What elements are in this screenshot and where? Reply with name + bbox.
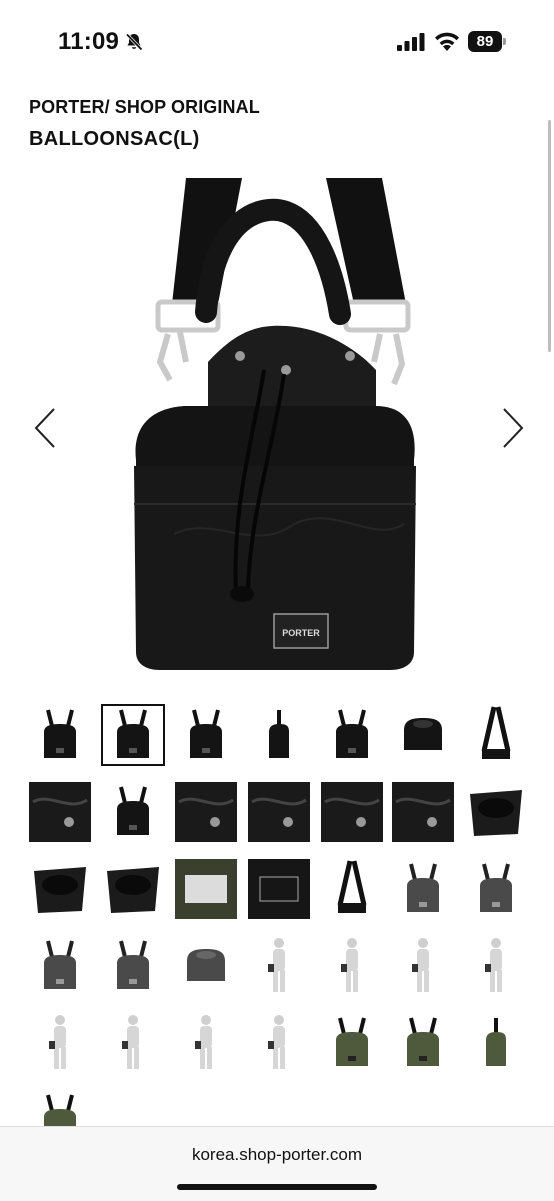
thumbnail-detail[interactable] [391,781,455,843]
thumbnail-bag-gray[interactable] [391,858,455,920]
thumbnail-strap[interactable] [320,858,384,920]
home-indicator [177,1184,377,1190]
browser-address-bar[interactable]: korea.shop-porter.com [0,1126,554,1201]
thumbnail-bag-olive[interactable] [320,1012,384,1074]
chevron-left-icon[interactable] [30,405,60,451]
thumbnail-bag-black[interactable] [101,704,165,766]
thumbnail-bag-black[interactable] [174,704,238,766]
thumbnail-interior[interactable] [464,781,528,843]
thumbnail-bag-gray[interactable] [101,935,165,997]
scrollbar[interactable] [548,120,551,352]
thumbnail-detail[interactable] [320,781,384,843]
thumbnail-detail[interactable] [174,781,238,843]
thumbnail-model[interactable] [391,935,455,997]
thumbnail-model[interactable] [247,935,311,997]
status-bar: 11:09 89 [0,0,554,82]
thumbnail-model[interactable] [247,1012,311,1074]
thumbnail-model[interactable] [101,1012,165,1074]
battery-icon: 89 [468,31,508,52]
thumbnail-bag-black[interactable] [101,781,165,843]
thumbnail-bag-olive-side[interactable] [464,1012,528,1074]
url-text[interactable]: korea.shop-porter.com [0,1145,554,1165]
product-hero-image: PORTER [134,178,416,670]
thumbnail-bag-olive[interactable] [391,1012,455,1074]
thumbnail-label-olive[interactable] [174,858,238,920]
product-name: BALLOONSAC(L) [29,128,200,150]
product-brand: PORTER/ SHOP ORIGINAL [29,97,260,117]
chevron-right-icon[interactable] [498,405,528,451]
thumbnail-label-black[interactable] [247,858,311,920]
thumbnail-bag-black[interactable] [28,704,92,766]
thumbnail-model[interactable] [320,935,384,997]
thumbnail-model[interactable] [464,935,528,997]
wifi-icon [435,32,459,51]
thumbnail-strap[interactable] [464,704,528,766]
thumbnail-bag-side[interactable] [247,704,311,766]
battery-level: 89 [468,31,502,52]
status-time: 11:09 [58,28,120,55]
thumbnail-interior[interactable] [101,858,165,920]
thumbnail-interior[interactable] [28,858,92,920]
thumbnail-bag-top[interactable] [391,704,455,766]
thumbnail-bag-gray[interactable] [464,858,528,920]
thumbnail-bag-top-gray[interactable] [174,935,238,997]
thumbnail-model[interactable] [28,1012,92,1074]
thumbnail-bag-gray[interactable] [28,935,92,997]
bag-brand-label: PORTER [282,628,320,638]
battery-nub [503,38,506,45]
cellular-signal-icon [397,33,425,51]
thumbnail-detail[interactable] [247,781,311,843]
bell-slash-icon [125,33,143,51]
thumbnail-model[interactable] [174,1012,238,1074]
thumbnail-bag-black[interactable] [320,704,384,766]
thumbnail-detail[interactable] [28,781,92,843]
